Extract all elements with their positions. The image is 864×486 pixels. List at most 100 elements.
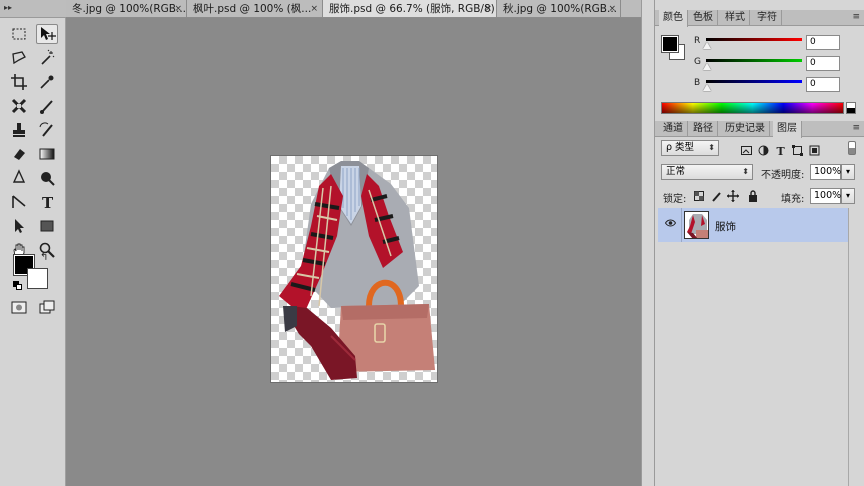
layer-thumbnail: [684, 211, 709, 239]
slider-thumb[interactable]: [703, 42, 711, 49]
slider-track[interactable]: [706, 59, 802, 62]
slider-thumb[interactable]: [703, 63, 711, 70]
lock-image-pixels-icon[interactable]: [709, 189, 723, 203]
channel-value-input[interactable]: 0: [806, 56, 840, 71]
fill-input[interactable]: 100%: [810, 188, 841, 204]
channel-label: G: [694, 57, 701, 67]
document-tab-bar: 冬.jpg @ 100%(RGB... × 枫叶.psd @ 100% (枫..…: [66, 0, 641, 18]
svg-text:T: T: [42, 194, 54, 211]
brush-tool-icon[interactable]: [36, 96, 58, 116]
tab-autumn[interactable]: 秋.jpg @ 100%(RGB... ×: [497, 0, 621, 17]
red-slider[interactable]: R 0: [655, 34, 864, 52]
lasso-tool-icon[interactable]: [8, 48, 30, 68]
tab-character[interactable]: 字符: [753, 10, 782, 26]
magic-wand-tool-icon[interactable]: [36, 48, 58, 68]
crop-tool-icon[interactable]: [8, 72, 30, 92]
tab-history[interactable]: 历史记录: [721, 121, 770, 137]
type-tool-icon[interactable]: T: [36, 192, 58, 212]
default-colors-icon[interactable]: [13, 281, 22, 290]
updown-arrows-icon: ⬍: [742, 167, 749, 176]
slider-track[interactable]: [706, 80, 802, 83]
clone-stamp-tool-icon[interactable]: [8, 120, 30, 140]
channel-value-input[interactable]: 0: [806, 77, 840, 92]
tab-channels[interactable]: 通道: [659, 121, 688, 137]
gradient-tool-icon[interactable]: [36, 144, 58, 164]
clothing-artwork: [279, 161, 435, 380]
tab-maple-leaf[interactable]: 枫叶.psd @ 100% (枫... ×: [187, 0, 323, 17]
close-icon[interactable]: ×: [608, 0, 616, 17]
tab-color[interactable]: 颜色: [659, 10, 688, 27]
adjustment-filter-icon[interactable]: [756, 143, 770, 157]
eraser-tool-icon[interactable]: [8, 144, 30, 164]
slider-track[interactable]: [706, 38, 802, 41]
visibility-eye-icon[interactable]: [664, 219, 677, 230]
close-icon[interactable]: ×: [484, 0, 492, 17]
blue-slider[interactable]: B 0: [655, 76, 864, 94]
tab-clothing[interactable]: 服饰.psd @ 66.7% (服饰, RGB/8) ×: [323, 0, 497, 17]
tab-label: 秋.jpg @ 100%(RGB...: [503, 3, 618, 15]
close-icon[interactable]: ×: [310, 0, 318, 17]
blend-mode-select[interactable]: 正常 ⬍: [661, 164, 753, 180]
blend-mode-value: 正常: [666, 166, 686, 177]
pixel-filter-icon[interactable]: [739, 143, 753, 157]
layer-row[interactable]: 服饰: [658, 208, 848, 242]
green-slider[interactable]: G 0: [655, 55, 864, 73]
tab-label: 服饰.psd @ 66.7% (服饰, RGB/8): [329, 3, 495, 15]
quick-mask-icon[interactable]: [8, 297, 30, 317]
history-brush-tool-icon[interactable]: [36, 120, 58, 140]
tab-label: 枫叶.psd @ 100% (枫...: [193, 3, 312, 15]
layers-panel-header: 通道 路径 历史记录 图层 ≡: [655, 121, 864, 138]
layer-name[interactable]: 服饰: [715, 219, 736, 234]
updown-arrows-icon: ⬍: [708, 143, 715, 152]
canvas-workspace[interactable]: [66, 18, 641, 486]
lock-transparent-pixels-icon[interactable]: [692, 189, 706, 203]
layer-filter-label: ρ 类型: [666, 142, 695, 153]
layers-scrollbar[interactable]: [848, 208, 862, 486]
lock-all-icon[interactable]: [746, 189, 760, 203]
filter-toggle-icon[interactable]: [848, 141, 856, 155]
layer-row-divider: [681, 208, 682, 242]
swap-colors-icon[interactable]: ↰: [40, 252, 48, 263]
opacity-label: 不透明度:: [761, 170, 805, 181]
document-canvas[interactable]: [271, 156, 437, 382]
rectangle-tool-icon[interactable]: [36, 216, 58, 236]
type-filter-icon[interactable]: T: [773, 143, 787, 157]
channel-label: B: [694, 78, 701, 88]
tab-label: 冬.jpg @ 100%(RGB...: [72, 3, 187, 15]
blur-tool-icon[interactable]: [8, 168, 30, 188]
healing-brush-tool-icon[interactable]: [8, 96, 30, 116]
tab-styles[interactable]: 样式: [721, 10, 750, 26]
tools-panel-header[interactable]: ▸▸: [0, 0, 66, 18]
fill-label: 填充:: [781, 194, 805, 205]
close-icon[interactable]: ×: [174, 0, 182, 17]
tab-winter[interactable]: 冬.jpg @ 100%(RGB... ×: [66, 0, 187, 17]
shape-filter-icon[interactable]: [790, 143, 804, 157]
tab-swatches[interactable]: 色板: [689, 10, 718, 26]
opacity-input[interactable]: 100%: [810, 164, 841, 180]
pen-tool-icon[interactable]: [8, 192, 30, 212]
layer-filter-select[interactable]: ρ 类型 ⬍: [661, 140, 719, 156]
screen-mode-icon[interactable]: [36, 297, 58, 317]
opacity-dropdown-button[interactable]: ▾: [841, 164, 855, 180]
tab-layers[interactable]: 图层: [773, 121, 802, 138]
collapse-arrows-icon[interactable]: ▸▸: [4, 3, 12, 12]
fill-dropdown-button[interactable]: ▾: [841, 188, 855, 204]
tab-paths[interactable]: 路径: [689, 121, 718, 137]
marquee-tool-icon[interactable]: [8, 24, 30, 44]
color-panel-header: 颜色 色板 样式 字符 ≡: [655, 10, 864, 27]
channel-value-input[interactable]: 0: [806, 35, 840, 50]
panel-menu-icon[interactable]: ≡: [852, 123, 860, 133]
eyedropper-tool-icon[interactable]: [36, 72, 58, 92]
slider-thumb[interactable]: [703, 84, 711, 91]
svg-text:T: T: [776, 145, 785, 156]
move-tool-icon[interactable]: [36, 24, 58, 44]
smart-object-filter-icon[interactable]: [807, 143, 821, 157]
workspace-scrollbar[interactable]: [641, 0, 655, 486]
path-selection-tool-icon[interactable]: [8, 216, 30, 236]
lock-position-icon[interactable]: [726, 189, 740, 203]
black-white-ramp[interactable]: [846, 102, 856, 114]
dodge-tool-icon[interactable]: [36, 168, 58, 188]
color-spectrum-ramp[interactable]: [661, 102, 844, 114]
background-color-swatch[interactable]: [27, 268, 48, 289]
panel-menu-icon[interactable]: ≡: [852, 12, 860, 22]
